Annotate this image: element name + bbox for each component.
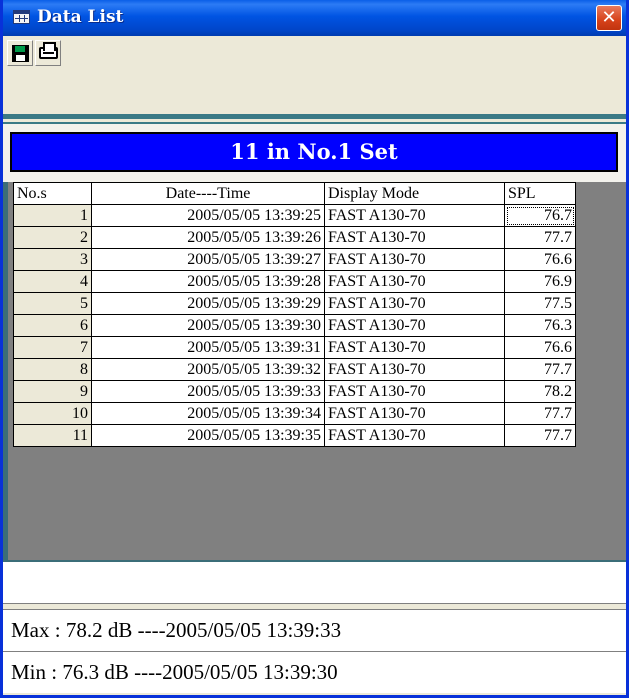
spl-cell[interactable]: 77.7 (504, 402, 576, 425)
display-mode-cell[interactable]: FAST A130-70 (324, 292, 505, 315)
spl-cell[interactable]: 77.5 (504, 292, 576, 315)
row-number-cell[interactable]: 8 (13, 358, 92, 381)
display-mode-cell[interactable]: FAST A130-70 (324, 314, 505, 337)
datetime-cell[interactable]: 2005/05/05 13:39:25 (91, 204, 325, 227)
spl-cell[interactable]: 76.3 (504, 314, 576, 337)
display-mode-cell[interactable]: FAST A130-70 (324, 402, 505, 425)
row-number-cell[interactable]: 2 (13, 226, 92, 249)
datetime-cell[interactable]: 2005/05/05 13:39:28 (91, 270, 325, 293)
column-header-display-mode[interactable]: Display Mode (324, 182, 505, 205)
row-number-cell[interactable]: 9 (13, 380, 92, 403)
column-header-no[interactable]: No.s (13, 182, 92, 205)
status-empty-line (3, 560, 626, 604)
window-title: Data List (37, 7, 124, 27)
row-number-cell[interactable]: 10 (13, 402, 92, 425)
display-mode-cell[interactable]: FAST A130-70 (324, 204, 505, 227)
spl-cell[interactable]: 76.6 (504, 248, 576, 271)
spl-cell[interactable]: 78.2 (504, 380, 576, 403)
row-number-cell[interactable]: 4 (13, 270, 92, 293)
display-mode-cell[interactable]: FAST A130-70 (324, 270, 505, 293)
table-row[interactable]: 1 2005/05/05 13:39:25 FAST A130-70 76.7 (13, 204, 576, 227)
row-number-cell[interactable]: 7 (13, 336, 92, 359)
data-list-window: Data List ✕ 11 in No.1 Set No.s Date----… (0, 0, 629, 698)
table-row[interactable]: 3 2005/05/05 13:39:27 FAST A130-70 76.6 (13, 248, 576, 271)
table-row[interactable]: 2 2005/05/05 13:39:26 FAST A130-70 77.7 (13, 226, 576, 249)
table-row[interactable]: 4 2005/05/05 13:39:28 FAST A130-70 76.9 (13, 270, 576, 293)
table-row[interactable]: 10 2005/05/05 13:39:34 FAST A130-70 77.7 (13, 402, 576, 425)
row-number-cell[interactable]: 6 (13, 314, 92, 337)
datetime-cell[interactable]: 2005/05/05 13:39:32 (91, 358, 325, 381)
table-header-row: No.s Date----Time Display Mode SPL (13, 182, 576, 205)
row-number-cell[interactable]: 5 (13, 292, 92, 315)
save-button[interactable] (7, 40, 33, 66)
spl-cell[interactable]: 76.9 (504, 270, 576, 293)
datetime-cell[interactable]: 2005/05/05 13:39:33 (91, 380, 325, 403)
table-row[interactable]: 9 2005/05/05 13:39:33 FAST A130-70 78.2 (13, 380, 576, 403)
max-value-line: Max : 78.2 dB ----2005/05/05 13:39:33 (3, 609, 626, 651)
row-number-cell[interactable]: 1 (13, 204, 92, 227)
floppy-disk-icon (12, 45, 29, 62)
table-row[interactable]: 8 2005/05/05 13:39:32 FAST A130-70 77.7 (13, 358, 576, 381)
display-mode-cell[interactable]: FAST A130-70 (324, 226, 505, 249)
datetime-cell[interactable]: 2005/05/05 13:39:34 (91, 402, 325, 425)
data-table: No.s Date----Time Display Mode SPL 1 2005… (13, 182, 576, 447)
table-row[interactable]: 5 2005/05/05 13:39:29 FAST A130-70 77.5 (13, 292, 576, 315)
display-mode-cell[interactable]: FAST A130-70 (324, 336, 505, 359)
title-bar[interactable]: Data List ✕ (3, 0, 626, 36)
display-mode-cell[interactable]: FAST A130-70 (324, 424, 505, 447)
table-row[interactable]: 7 2005/05/05 13:39:31 FAST A130-70 76.6 (13, 336, 576, 359)
data-grid-area: No.s Date----Time Display Mode SPL 1 2005… (3, 182, 626, 560)
table-icon (13, 10, 30, 24)
datetime-cell[interactable]: 2005/05/05 13:39:29 (91, 292, 325, 315)
display-mode-cell[interactable]: FAST A130-70 (324, 358, 505, 381)
spl-cell[interactable]: 77.7 (504, 424, 576, 447)
column-header-datetime[interactable]: Date----Time (91, 182, 325, 205)
datetime-cell[interactable]: 2005/05/05 13:39:31 (91, 336, 325, 359)
set-header-frame: 11 in No.1 Set (3, 122, 626, 186)
datetime-cell[interactable]: 2005/05/05 13:39:26 (91, 226, 325, 249)
row-number-cell[interactable]: 3 (13, 248, 92, 271)
toolbar (3, 36, 626, 120)
column-header-spl[interactable]: SPL (504, 182, 576, 205)
spl-cell[interactable]: 76.7 (504, 204, 576, 227)
spl-cell[interactable]: 76.6 (504, 336, 576, 359)
datetime-cell[interactable]: 2005/05/05 13:39:27 (91, 248, 325, 271)
row-number-cell[interactable]: 11 (13, 424, 92, 447)
table-row[interactable]: 6 2005/05/05 13:39:30 FAST A130-70 76.3 (13, 314, 576, 337)
close-button[interactable]: ✕ (596, 5, 622, 31)
printer-icon (39, 42, 58, 59)
print-button[interactable] (35, 40, 61, 66)
set-header: 11 in No.1 Set (10, 132, 618, 172)
spl-cell[interactable]: 77.7 (504, 226, 576, 249)
table-row[interactable]: 11 2005/05/05 13:39:35 FAST A130-70 77.7 (13, 424, 576, 447)
datetime-cell[interactable]: 2005/05/05 13:39:35 (91, 424, 325, 447)
datetime-cell[interactable]: 2005/05/05 13:39:30 (91, 314, 325, 337)
display-mode-cell[interactable]: FAST A130-70 (324, 248, 505, 271)
min-value-line: Min : 76.3 dB ----2005/05/05 13:39:30 (3, 651, 626, 693)
spl-cell[interactable]: 77.7 (504, 358, 576, 381)
toolbar-divider (3, 114, 626, 119)
display-mode-cell[interactable]: FAST A130-70 (324, 380, 505, 403)
